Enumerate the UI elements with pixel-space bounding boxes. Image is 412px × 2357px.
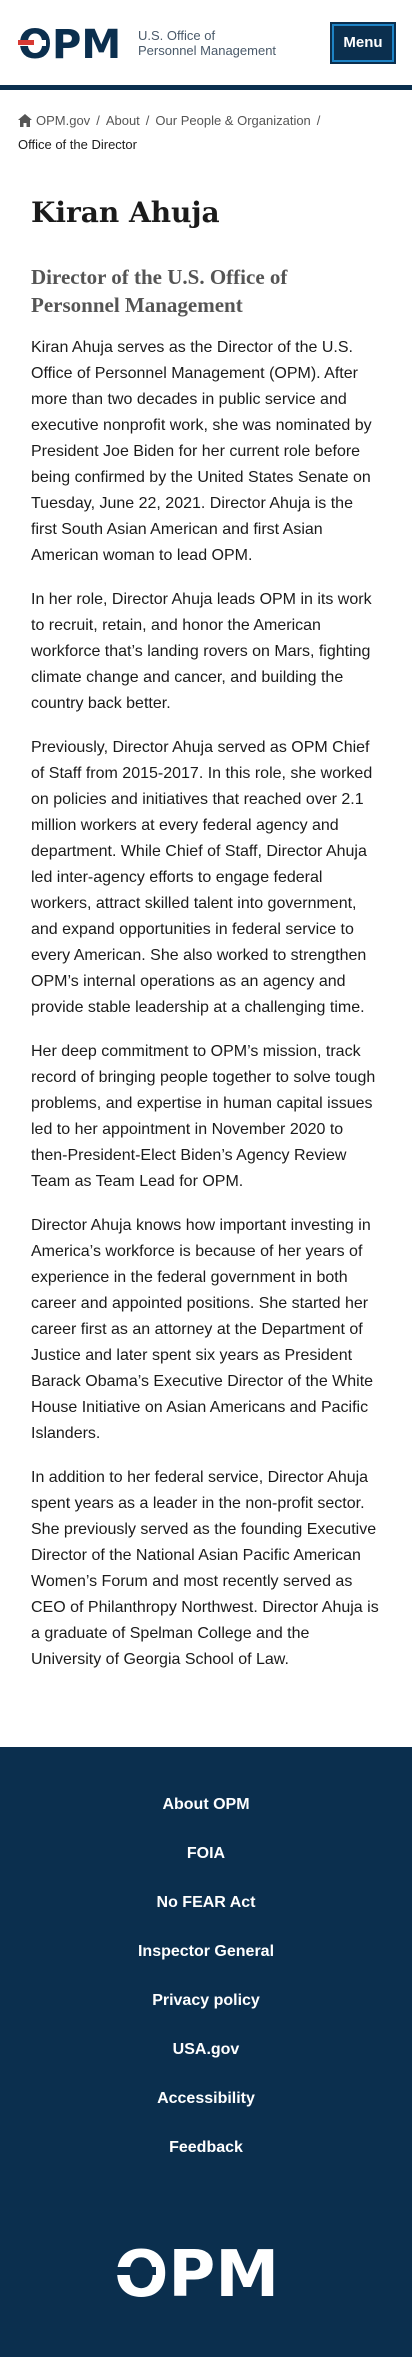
bio-paragraph: Previously, Director Ahuja served as OPM… [31, 739, 373, 1016]
footer-link-usa-gov[interactable]: USA.gov [173, 2040, 240, 2060]
footer-link-accessibility[interactable]: Accessibility [157, 2089, 255, 2109]
opm-logo[interactable]: OPM [18, 23, 130, 63]
bio-paragraph: Her deep commitment to OPM’s mission, tr… [31, 1043, 376, 1190]
page-subtitle: Director of the U.S. Office of Personnel… [31, 265, 288, 317]
main-content: Kiran Ahuja Director of the U.S. Office … [0, 156, 412, 1673]
bio-paragraph: In her role, Director Ahuja leads OPM in… [31, 591, 372, 712]
site-header: OPM U.S. Office of Personnel Management … [0, 0, 412, 90]
breadcrumb-current: Office of the Director [18, 137, 137, 152]
footer-link-inspector-general[interactable]: Inspector General [138, 1942, 274, 1962]
bio-paragraph: Kiran Ahuja serves as the Director of th… [31, 339, 372, 564]
footer-link-about-opm[interactable]: About OPM [162, 1795, 249, 1815]
footer-link-foia[interactable]: FOIA [187, 1844, 225, 1864]
agency-line-2: Personnel Management [138, 42, 277, 58]
home-icon [18, 112, 32, 134]
breadcrumb: OPM.gov / About / Our People & Organization /… [0, 90, 412, 156]
bio-paragraph: Director Ahuja knows how important inves… [31, 1217, 374, 1442]
breadcrumb-people-organization[interactable]: Our People & Organization [155, 113, 310, 128]
page-title: Kiran Ahuja [31, 196, 220, 229]
footer-opm-logo[interactable]: OPM [0, 2187, 412, 2357]
site-footer: About OPM FOIA No FEAR Act Inspector Gen… [0, 1747, 412, 2357]
footer-link-feedback[interactable]: Feedback [169, 2138, 243, 2158]
bio-paragraph: In addition to her federal service, Dire… [31, 1469, 379, 1668]
footer-nav: About OPM FOIA No FEAR Act Inspector Gen… [0, 1795, 412, 2187]
breadcrumb-separator: / [96, 113, 100, 128]
breadcrumb-separator: / [316, 113, 321, 128]
breadcrumb-about[interactable]: About [106, 113, 140, 128]
brand[interactable]: OPM U.S. Office of Personnel Management [18, 23, 276, 63]
agency-line-1: U.S. Office of [138, 27, 216, 43]
breadcrumb-separator: / [145, 113, 150, 128]
footer-link-privacy-policy[interactable]: Privacy policy [152, 1991, 260, 2011]
agency-name: U.S. Office of Personnel Management [138, 28, 276, 58]
breadcrumb-home[interactable]: OPM.gov [36, 113, 90, 128]
menu-button[interactable]: Menu [330, 21, 396, 64]
footer-link-no-fear-act[interactable]: No FEAR Act [157, 1893, 256, 1913]
